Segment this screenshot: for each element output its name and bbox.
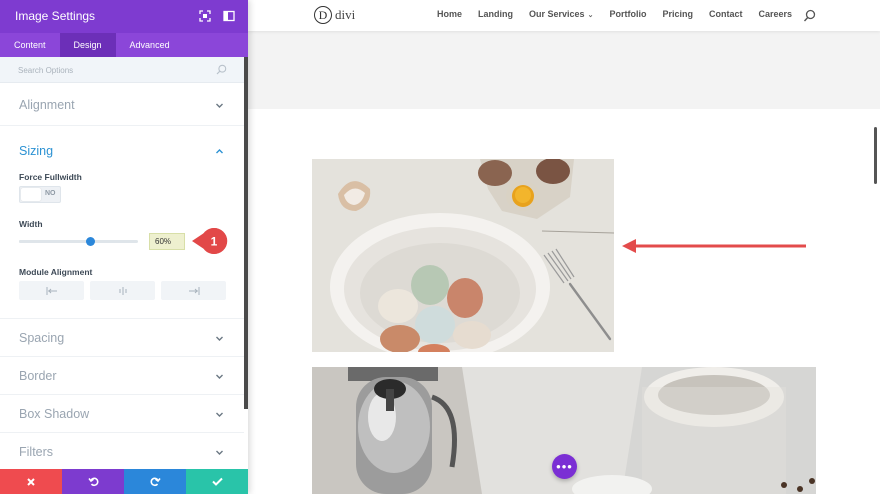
- chevron-down-icon: [216, 450, 223, 455]
- menu-item-our-services[interactable]: Our Services ⌄: [529, 9, 593, 19]
- search-icon[interactable]: [803, 9, 817, 23]
- step-callout-badge: 1: [192, 228, 228, 254]
- page-scrollbar[interactable]: [874, 127, 877, 184]
- eggs-illustration: [312, 159, 614, 352]
- menu-item-portfolio[interactable]: Portfolio: [609, 9, 646, 19]
- align-left-icon: [46, 286, 57, 295]
- section-label: Filters: [19, 445, 54, 459]
- module-actions-button[interactable]: •••: [552, 454, 577, 479]
- more-icon: •••: [556, 459, 573, 474]
- section-label: Spacing: [19, 331, 65, 345]
- check-icon: [211, 477, 223, 486]
- width-label: Width: [19, 219, 43, 229]
- site-logo[interactable]: D divi: [314, 6, 355, 24]
- undo-button[interactable]: [62, 469, 124, 494]
- section-label: Alignment: [19, 98, 75, 112]
- redo-button[interactable]: [124, 469, 186, 494]
- panel-header: Image Settings: [0, 0, 248, 33]
- toggle-knob: [21, 188, 41, 201]
- chevron-down-icon: [216, 374, 223, 379]
- redo-icon: [149, 477, 161, 487]
- section-spacing[interactable]: Spacing: [0, 319, 244, 357]
- menu-item-label: Our Services: [529, 9, 585, 19]
- menu-item-contact[interactable]: Contact: [709, 9, 743, 19]
- settings-panel: Image Settings Content Design Advanced A…: [0, 0, 248, 494]
- toggle-state: NO: [45, 190, 56, 197]
- chevron-down-icon: [216, 103, 223, 108]
- main-menu: Home Landing Our Services ⌄ Portfolio Pri…: [437, 9, 792, 19]
- hero-section: [248, 31, 880, 109]
- tab-advanced[interactable]: Advanced: [116, 33, 184, 57]
- tab-content[interactable]: Content: [0, 33, 60, 57]
- panel-footer: [0, 469, 248, 494]
- section-label: Border: [19, 369, 57, 383]
- pointer-arrow: [622, 239, 806, 253]
- width-slider[interactable]: [19, 237, 138, 246]
- save-button[interactable]: [186, 469, 248, 494]
- close-icon: [27, 477, 35, 486]
- site-header: D divi Home Landing Our Services ⌄ Portfo…: [248, 0, 880, 31]
- align-center-button[interactable]: [90, 281, 155, 300]
- menu-item-careers[interactable]: Careers: [758, 9, 792, 19]
- tab-design[interactable]: Design: [59, 33, 116, 57]
- logo-mark: D: [314, 6, 332, 24]
- align-left-button[interactable]: [19, 281, 84, 300]
- section-alignment[interactable]: Alignment: [0, 83, 244, 126]
- module-alignment-label: Module Alignment: [19, 267, 93, 277]
- search-icon: [216, 64, 227, 75]
- force-fullwidth-toggle[interactable]: NO: [19, 186, 61, 203]
- width-slider-fill: [19, 240, 91, 243]
- menu-item-pricing[interactable]: Pricing: [662, 9, 693, 19]
- search-options: [0, 57, 244, 83]
- callout-number: 1: [211, 235, 218, 249]
- expand-icon[interactable]: [199, 10, 211, 22]
- force-fullwidth-label: Force Fullwidth: [19, 172, 82, 182]
- undo-icon: [87, 477, 99, 487]
- width-input[interactable]: 60%: [149, 233, 185, 250]
- module-alignment-options: [19, 281, 226, 300]
- chevron-down-icon: [216, 412, 223, 417]
- panel-tabs: Content Design Advanced: [0, 33, 248, 57]
- chevron-down-icon: ⌄: [587, 12, 594, 19]
- align-right-button[interactable]: [161, 281, 226, 300]
- menu-item-landing[interactable]: Landing: [478, 9, 513, 19]
- section-box-shadow[interactable]: Box Shadow: [0, 395, 244, 433]
- discard-button[interactable]: [0, 469, 62, 494]
- chevron-up-icon[interactable]: [215, 147, 224, 156]
- menu-item-home[interactable]: Home: [437, 9, 462, 19]
- panel-title: Image Settings: [15, 9, 96, 23]
- section-border[interactable]: Border: [0, 357, 244, 395]
- align-right-icon: [188, 286, 199, 295]
- logo-text: divi: [335, 7, 356, 22]
- section-label[interactable]: Sizing: [19, 144, 53, 158]
- align-center-icon: [119, 286, 126, 295]
- section-filters[interactable]: Filters: [0, 433, 244, 469]
- panel-scrollbar[interactable]: [244, 57, 248, 409]
- chevron-down-icon: [216, 336, 223, 341]
- search-options-input[interactable]: [18, 63, 208, 77]
- section-label: Box Shadow: [19, 407, 90, 421]
- sidebar-toggle-icon[interactable]: [223, 10, 235, 22]
- eggs-image[interactable]: [312, 159, 614, 352]
- page-preview: D divi Home Landing Our Services ⌄ Portfo…: [248, 0, 880, 494]
